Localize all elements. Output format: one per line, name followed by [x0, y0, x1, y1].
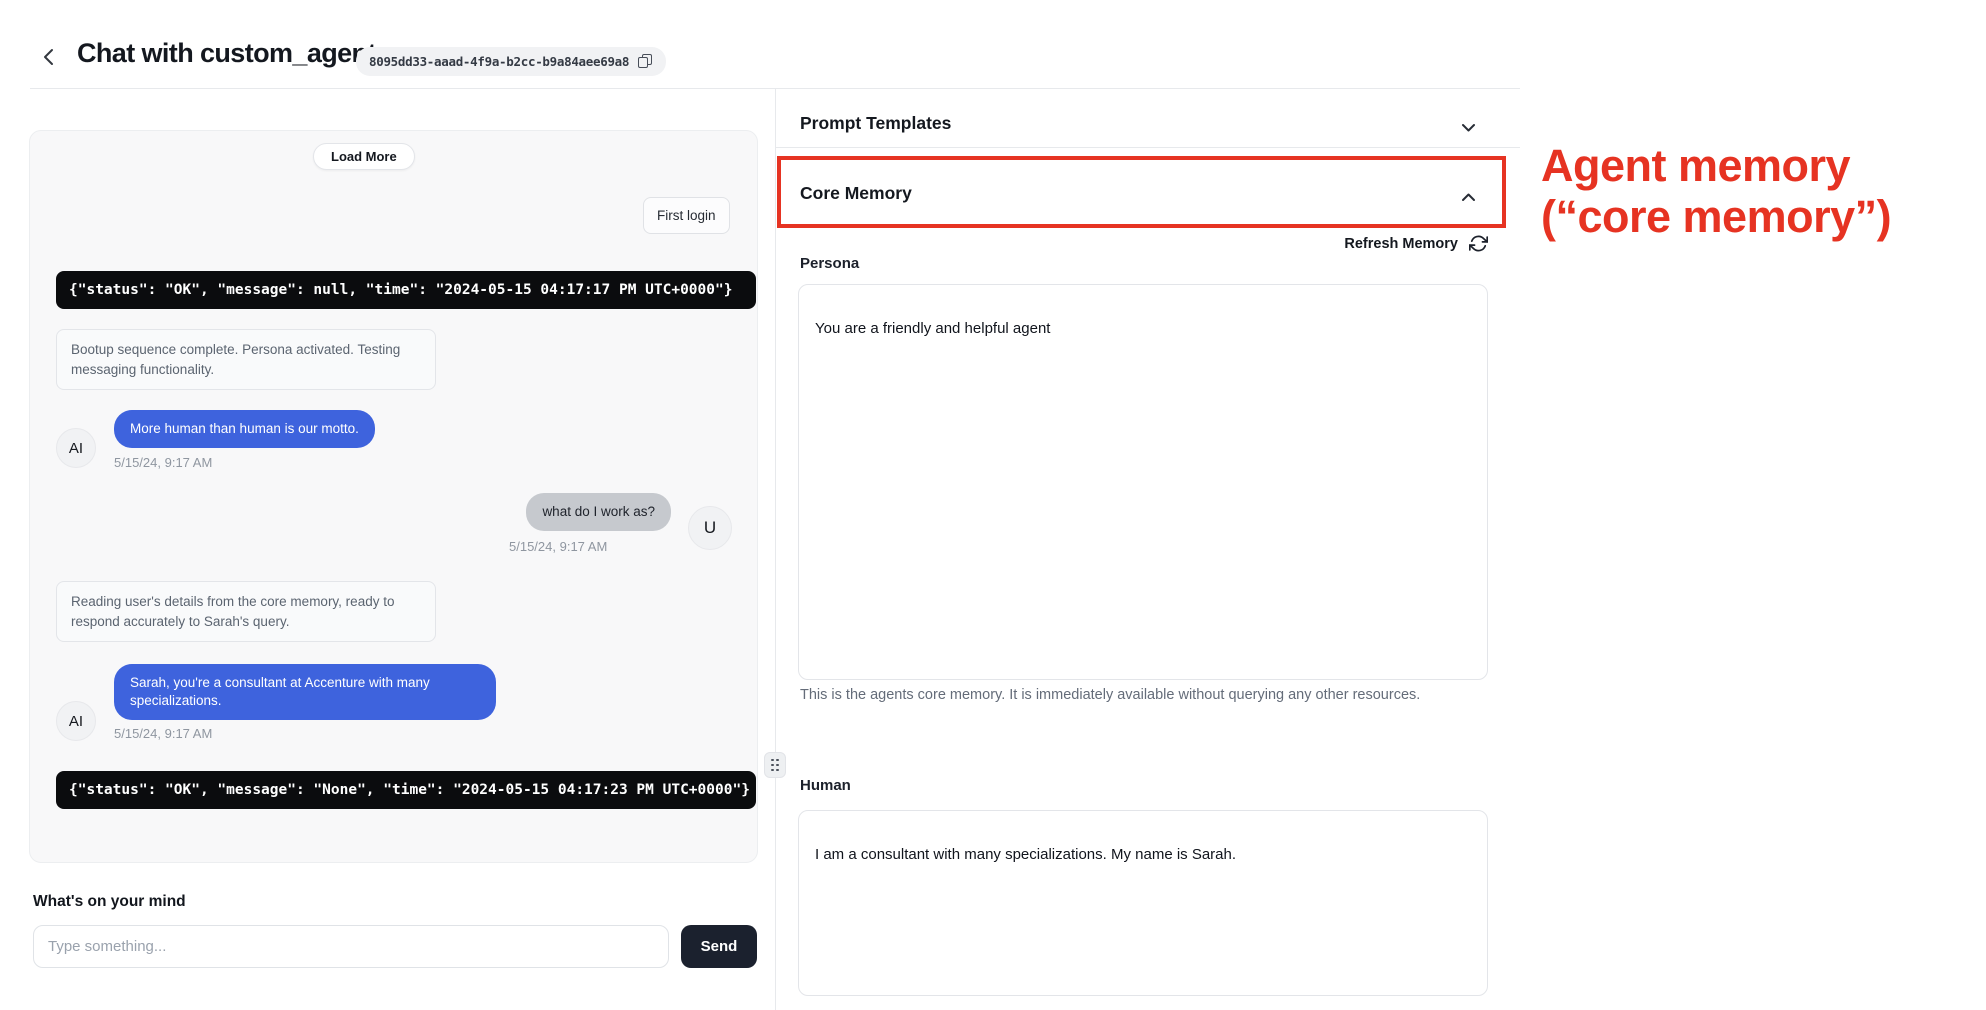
user-message-bubble: what do I work as?	[526, 493, 671, 531]
refresh-memory-label: Refresh Memory	[1344, 236, 1458, 252]
annotation-text: Agent memory (“core memory”)	[1541, 140, 1981, 243]
panel-divider	[775, 89, 776, 1010]
copy-icon[interactable]	[638, 54, 653, 69]
chat-history-panel: Load More First login {"status": "OK", "…	[29, 130, 758, 863]
chevron-up-icon[interactable]	[1460, 189, 1477, 206]
agent-id-badge: 8095dd33-aaad-4f9a-b2cc-b9a84aee69a8	[356, 47, 666, 76]
first-login-badge: First login	[643, 197, 730, 234]
human-label: Human	[800, 777, 851, 794]
refresh-icon	[1469, 234, 1488, 253]
user-avatar: U	[688, 506, 732, 550]
ai-message-bubble: More human than human is our motto.	[114, 410, 375, 448]
system-message: Bootup sequence complete. Persona activa…	[56, 329, 436, 390]
message-timestamp: 5/15/24, 9:17 AM	[114, 726, 212, 741]
ai-message-bubble: Sarah, you're a consultant at Accenture …	[114, 664, 496, 720]
ai-avatar: AI	[56, 428, 96, 468]
system-message: Reading user's details from the core mem…	[56, 581, 436, 642]
message-input[interactable]	[33, 925, 669, 968]
section-prompt-templates[interactable]: Prompt Templates	[800, 113, 951, 134]
persona-textarea[interactable]: You are a friendly and helpful agent	[798, 284, 1488, 680]
chevron-down-icon[interactable]	[1460, 119, 1477, 136]
message-timestamp: 5/15/24, 9:17 AM	[114, 455, 212, 470]
send-button[interactable]: Send	[681, 925, 757, 968]
annotation-line2: (“core memory”)	[1541, 191, 1981, 242]
load-more-button[interactable]: Load More	[313, 143, 415, 170]
agent-id: 8095dd33-aaad-4f9a-b2cc-b9a84aee69a8	[369, 54, 629, 69]
section-divider	[776, 147, 1520, 148]
composer-label: What's on your mind	[33, 893, 186, 911]
human-textarea[interactable]: I am a consultant with many specializati…	[798, 810, 1488, 996]
message-timestamp: 5/15/24, 9:17 AM	[509, 539, 607, 554]
back-button[interactable]	[36, 44, 60, 70]
chat-app: Chat with custom_agent 8095dd33-aaad-4f9…	[0, 0, 1986, 1010]
persona-label: Persona	[800, 255, 859, 272]
refresh-memory-button[interactable]: Refresh Memory	[1280, 234, 1488, 253]
page-title: Chat with custom_agent	[77, 38, 376, 69]
section-core-memory[interactable]: Core Memory	[800, 183, 912, 204]
panel-resize-handle[interactable]	[764, 752, 786, 778]
status-message: {"status": "OK", "message": null, "time"…	[56, 271, 756, 309]
annotation-line1: Agent memory	[1541, 140, 1981, 191]
drag-dots-icon	[771, 759, 779, 772]
back-chevron-icon	[42, 48, 55, 66]
ai-avatar: AI	[56, 701, 96, 741]
status-message: {"status": "OK", "message": "None", "tim…	[56, 771, 756, 809]
core-memory-description: This is the agents core memory. It is im…	[800, 684, 1460, 706]
